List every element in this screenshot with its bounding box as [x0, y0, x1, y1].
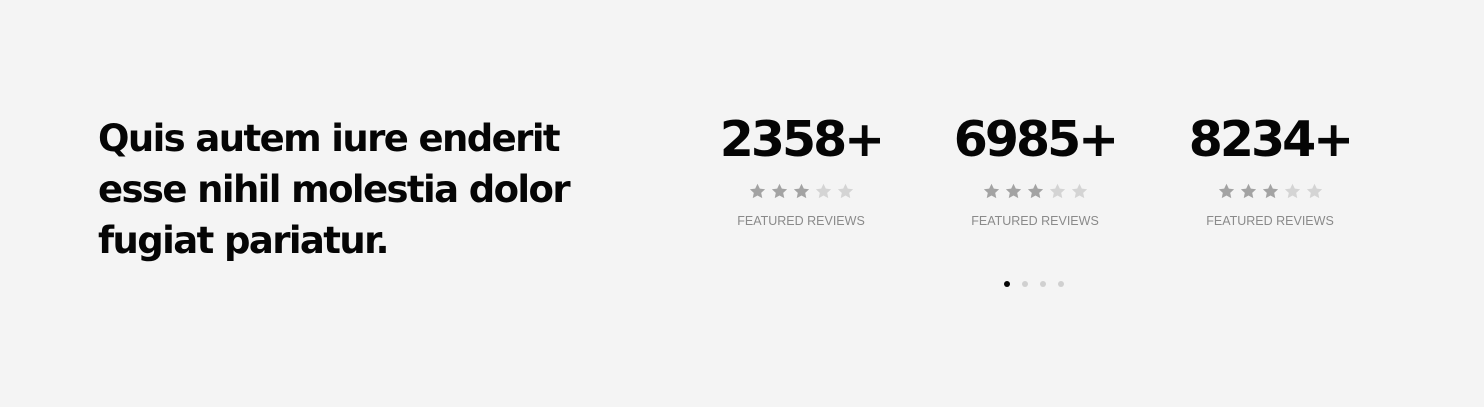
star-rating — [945, 182, 1125, 202]
pagination-dot[interactable] — [1040, 281, 1046, 287]
stat-card: 8234+ FEATURED REVIEWS — [1180, 110, 1360, 229]
stat-label: FEATURED REVIEWS — [737, 214, 865, 228]
section-headline: Quis autem iure enderit esse nihil moles… — [98, 117, 571, 262]
stat-card: 2358+ FEATURED REVIEWS — [711, 110, 891, 229]
star-icon — [1048, 182, 1067, 200]
pagination-dot[interactable] — [1022, 281, 1028, 287]
star-icon — [814, 182, 833, 200]
stat-number: 8234+ — [1188, 111, 1354, 168]
stat-label: FEATURED REVIEWS — [1206, 214, 1334, 228]
stat-card: 6985+ FEATURED REVIEWS — [945, 110, 1125, 229]
stat-number: 6985+ — [953, 111, 1119, 168]
star-icon — [836, 182, 855, 200]
star-icon — [1305, 182, 1324, 200]
star-icon — [770, 182, 789, 200]
star-icon — [1283, 182, 1302, 200]
star-icon — [982, 182, 1001, 200]
star-icon — [1026, 182, 1045, 200]
star-icon — [1070, 182, 1089, 200]
star-icon — [1217, 182, 1236, 200]
star-icon — [748, 182, 767, 200]
stat-label: FEATURED REVIEWS — [971, 214, 1099, 228]
star-icon — [1004, 182, 1023, 200]
carousel-pagination — [1004, 281, 1064, 287]
star-rating — [711, 182, 891, 202]
stat-number: 2358+ — [719, 111, 885, 168]
star-icon — [1261, 182, 1280, 200]
star-icon — [792, 182, 811, 200]
pagination-dot[interactable] — [1058, 281, 1064, 287]
star-rating — [1180, 182, 1360, 202]
pagination-dot[interactable] — [1004, 281, 1010, 287]
star-icon — [1239, 182, 1258, 200]
